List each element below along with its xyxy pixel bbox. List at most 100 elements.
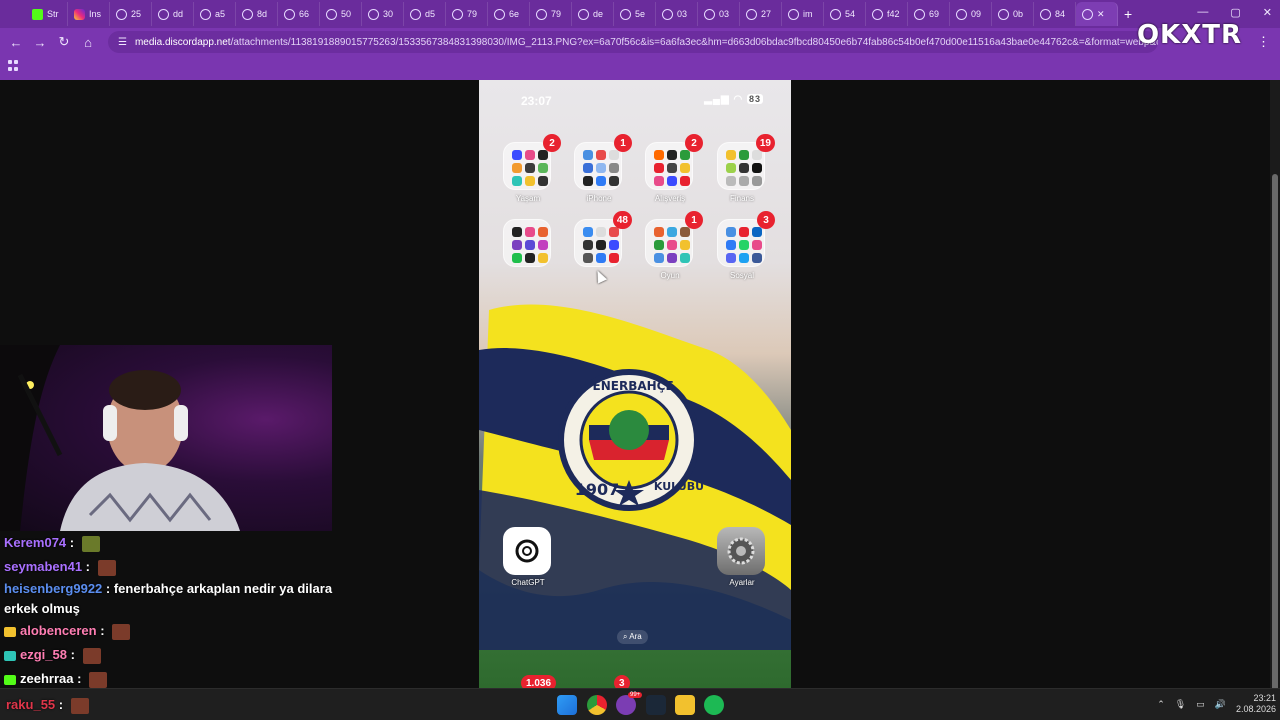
tab-label: 8d	[257, 9, 268, 19]
tab-favicon-icon	[200, 8, 211, 20]
browser-tab[interactable]: d5	[404, 2, 446, 26]
tab-label: 09	[971, 9, 982, 19]
tab-favicon-icon	[704, 8, 715, 20]
apps-grid-icon[interactable]	[8, 60, 19, 71]
settings-app: Ayarlar	[717, 527, 767, 587]
bookmark-bar	[0, 56, 1280, 80]
tab-label: im	[803, 9, 813, 19]
browser-tab[interactable]: 03	[656, 2, 698, 26]
tab-label: 6e	[509, 9, 520, 19]
close-window-icon[interactable]: ✕	[1263, 6, 1272, 19]
tab-favicon-icon	[788, 8, 799, 20]
tab-close-icon[interactable]: ✕	[1097, 9, 1105, 20]
webcam-scene	[0, 345, 240, 531]
browser-tab[interactable]: dd	[152, 2, 194, 26]
browser-tab[interactable]: 8d	[236, 2, 278, 26]
browser-tab[interactable]: 5e	[614, 2, 656, 26]
home-icon[interactable]: ⌂	[76, 30, 100, 54]
chat-username: Kerem074	[4, 535, 67, 550]
spotify-icon[interactable]	[704, 695, 724, 715]
browser-tab[interactable]: 0b	[992, 2, 1034, 26]
browser-tab[interactable]: 54	[824, 2, 866, 26]
tab-favicon-icon	[116, 8, 127, 20]
folder-unnamed-1	[503, 219, 553, 271]
folder-iphone: 1 iPhone	[574, 134, 632, 203]
scrollbar-thumb[interactable]	[1272, 174, 1278, 700]
folder-box	[503, 142, 551, 190]
browser-tab[interactable]: 69	[908, 2, 950, 26]
file-explorer-icon[interactable]	[675, 695, 695, 715]
browser-tab[interactable]: Str	[26, 2, 68, 26]
folder-label: Yaşam	[515, 194, 541, 203]
minimize-icon[interactable]: —	[1197, 6, 1208, 19]
folder-badge: 19	[755, 134, 775, 152]
browser-tab[interactable]: 79	[446, 2, 488, 26]
chevron-up-icon[interactable]: ⌃	[1157, 699, 1165, 710]
browser-tab[interactable]: de	[572, 2, 614, 26]
browser-tab-active[interactable]: ✕	[1076, 2, 1118, 26]
display-icon[interactable]: ▭	[1196, 699, 1205, 710]
tab-label: 79	[467, 9, 478, 19]
reload-icon[interactable]: ↻	[52, 30, 76, 54]
tab-favicon-icon	[578, 8, 589, 20]
browser-tab[interactable]: im	[782, 2, 824, 26]
folder-finans: 19 Finans	[717, 134, 775, 203]
folder-box	[717, 219, 765, 267]
system-clock[interactable]: 23:21 2.08.2026	[1236, 693, 1276, 715]
tab-label: 0b	[1013, 9, 1024, 19]
tab-label: 27	[761, 9, 772, 19]
emote-icon	[82, 647, 101, 664]
browser-tab[interactable]: 6e	[488, 2, 530, 26]
chat-username: zeehrraa	[20, 671, 74, 686]
back-icon[interactable]: ←	[4, 30, 28, 54]
tab-favicon-icon	[494, 8, 505, 20]
chrome-icon[interactable]	[587, 695, 607, 715]
tab-favicon-icon	[914, 8, 925, 20]
browser-tab[interactable]: 66	[278, 2, 320, 26]
url-path: /attachments/1138191889015775263/1533567…	[230, 36, 1158, 48]
system-tray: ⌃ 🎙 ▭ 🔊 23:21 2.08.2026	[1157, 693, 1276, 715]
chat-username: raku_55	[6, 697, 56, 712]
folder-alisveris: 2 Alışveriş	[645, 134, 703, 203]
chat-message: raku_55 :	[6, 693, 89, 717]
browser-tab[interactable]: Ins	[68, 2, 110, 26]
browser-icon[interactable]	[616, 695, 636, 715]
window-controls: — ▢ ✕	[1197, 6, 1272, 19]
tab-label: 03	[719, 9, 730, 19]
folder-oyun: 1 Oyun	[645, 211, 703, 280]
address-bar: ← → ↻ ⌂ ☰ media.discordapp.net/attachmen…	[0, 28, 1280, 56]
browser-tab[interactable]: 27	[740, 2, 782, 26]
browser-tab[interactable]: 50	[320, 2, 362, 26]
browser-tab[interactable]: 84	[1034, 2, 1076, 26]
maximize-icon[interactable]: ▢	[1230, 6, 1240, 19]
folder-label: iPhone	[586, 194, 612, 203]
browser-menu-icon[interactable]: ⋮	[1257, 34, 1270, 50]
new-tab-button[interactable]: +	[1124, 6, 1132, 22]
chat-badge-icon	[4, 674, 16, 685]
tab-label: 54	[845, 9, 856, 19]
browser-tab[interactable]: 25	[110, 2, 152, 26]
tab-favicon-icon	[74, 8, 85, 20]
volume-icon[interactable]: 🔊	[1215, 699, 1226, 710]
microphone-icon[interactable]: 🎙	[1175, 699, 1186, 710]
forward-icon[interactable]: →	[28, 30, 52, 54]
url-field[interactable]: ☰ media.discordapp.net/attachments/11381…	[108, 31, 1158, 53]
tab-favicon-icon	[1082, 8, 1093, 20]
browser-tab[interactable]: a5	[194, 2, 236, 26]
gear-icon	[717, 527, 765, 575]
folder-box	[503, 219, 551, 267]
browser-tab[interactable]: 03	[698, 2, 740, 26]
chat-message: ezgi_58 :	[4, 643, 344, 667]
page-scrollbar[interactable]	[1270, 80, 1280, 700]
site-info-icon[interactable]: ☰	[118, 37, 127, 48]
clock-date: 2.08.2026	[1235, 704, 1276, 714]
chat-badge-icon	[4, 650, 16, 661]
browser-tab[interactable]: f42	[866, 2, 908, 26]
browser-tab[interactable]: 09	[950, 2, 992, 26]
channel-watermark-logo: OKXTR	[1136, 20, 1242, 50]
browser-tab[interactable]: 79	[530, 2, 572, 26]
browser-tab[interactable]: 30	[362, 2, 404, 26]
steam-icon[interactable]	[646, 695, 666, 715]
app-label: ChatGPT	[511, 578, 545, 587]
windows-start-icon[interactable]	[557, 695, 577, 715]
